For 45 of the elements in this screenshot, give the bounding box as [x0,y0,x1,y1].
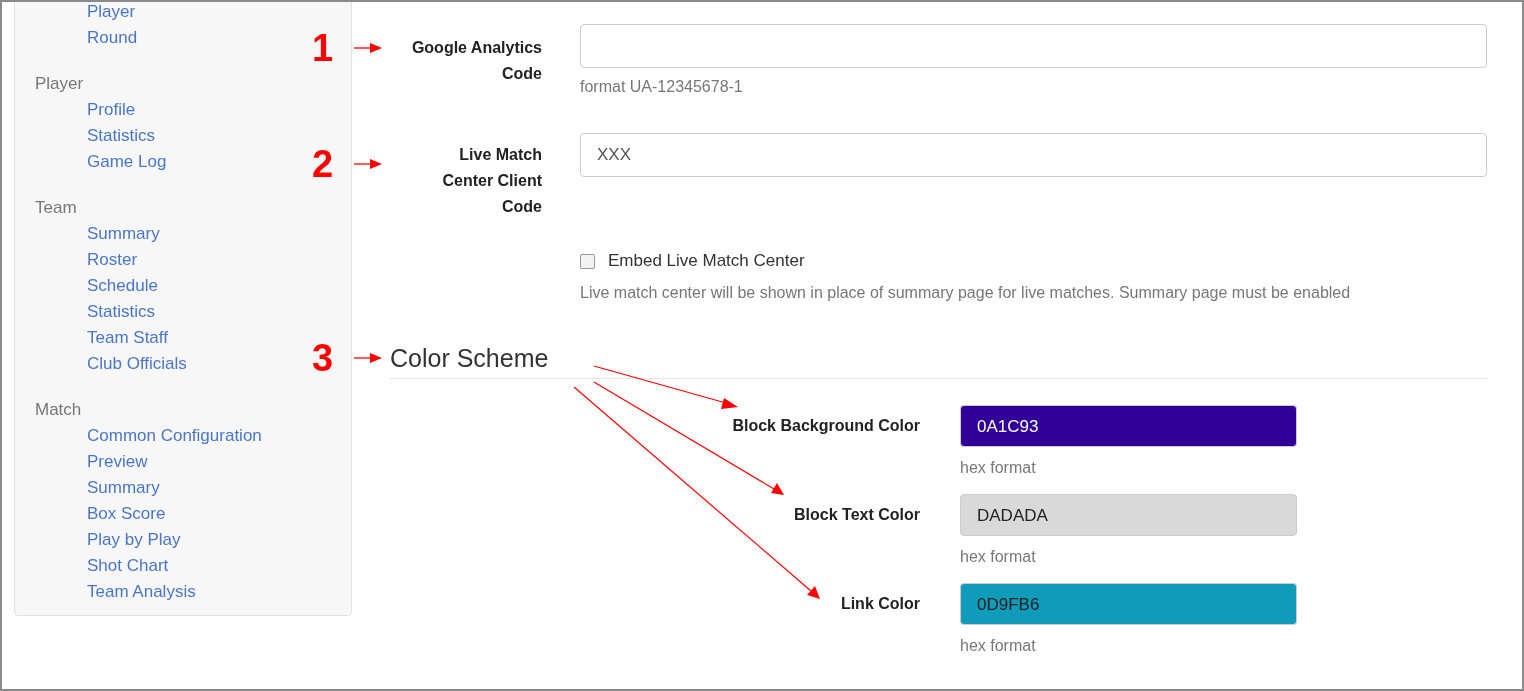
annotation-number: 3 [312,337,334,379]
help-text: Live match center will be shown in place of summary page for live matches. Summary page must be enabled [580,283,1352,303]
sidebar-link[interactable]: Summary [35,221,160,247]
section-heading: Color Scheme [390,343,1488,379]
sidebar-link[interactable]: Schedule [35,273,158,299]
field-label: Google Analytics Code [410,38,542,84]
help-text: hex format [960,547,1037,567]
annotation-number: 1 [312,27,334,69]
help-text: format UA-12345678-1 [580,77,744,97]
color-input[interactable]: 0D9FB6 [960,583,1297,625]
sidebar-link[interactable]: Statistics [35,123,156,149]
sidebar-link[interactable]: Preview [35,449,148,475]
sidebar-link[interactable]: Box Score [35,501,166,527]
field-label: Live Match Center Client Code [441,145,542,217]
text-input[interactable]: XXX [580,133,1487,177]
field-label: Block Background Color [732,416,920,436]
annotation-arrow [353,159,382,169]
checkbox[interactable] [580,253,595,269]
text-input[interactable] [580,24,1487,68]
sidebar-link[interactable]: Play by Play [35,527,181,553]
help-text: hex format [960,636,1037,656]
sidebar-link[interactable]: Club Officials [35,351,187,377]
sidebar-link[interactable]: Roster [35,247,138,273]
sidebar-link[interactable]: Team Analysis [35,579,196,605]
field-label: Link Color [840,594,920,614]
help-text: hex format [960,458,1037,478]
color-input[interactable]: 0A1C93 [960,405,1297,447]
field-label: Block Text Color [794,505,920,525]
sidebar-link[interactable]: Shot Chart [35,553,169,579]
sidebar-link[interactable]: Game Log [35,149,167,175]
sidebar-heading: Match [35,399,82,421]
sidebar-link[interactable]: Summary [35,475,160,501]
sidebar-link[interactable]: Player [35,2,136,25]
sidebar-heading: Player [35,73,84,95]
color-input[interactable]: DADADA [960,494,1297,536]
sidebar-link[interactable]: Team Staff [35,325,168,351]
sidebar-link[interactable]: Common Configuration [35,423,262,449]
annotation-arrow [353,353,382,363]
sidebar-link[interactable]: Round [35,25,138,51]
checkbox-label[interactable]: Embed Live Match Center [608,249,805,273]
annotation-arrow [353,43,382,53]
sidebar-heading: Team [35,197,77,219]
sidebar-link[interactable]: Profile [35,97,136,123]
annotation-number: 2 [312,143,334,185]
sidebar-link[interactable]: Statistics [35,299,156,325]
